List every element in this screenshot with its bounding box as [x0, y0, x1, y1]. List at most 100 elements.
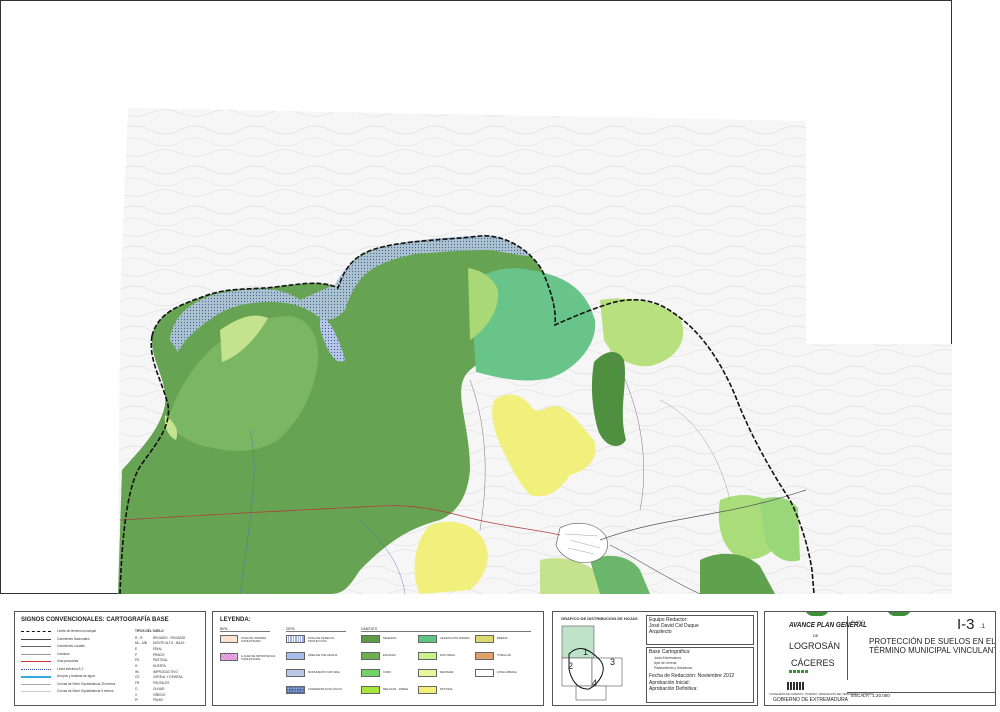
gobierno-text: GOBIERNO DE EXTREMADURA — [773, 697, 849, 703]
legend-swatch — [361, 652, 380, 660]
legend-label: ÁREA DE INFLUENCIA — [308, 653, 338, 657]
plano-number: I-3 — [957, 616, 975, 633]
base-line-2: Ayto de Llerena — [654, 661, 677, 665]
signos-line-label: Carretera/s Nacionales — [57, 636, 90, 641]
soil-code: PI — [135, 698, 139, 703]
signos-line-sample — [21, 683, 51, 685]
panel-grafico-equipo: GRAFICO DE DISTRIBUCION DE HOJAS 1 2 3 4… — [552, 611, 758, 706]
signos-line-label: Curvas de Nivel: Equidistancia 5 metros — [57, 689, 114, 693]
panel-title-block: AVANCE PLAN GENERAL DE LOGROSÁN CÁCERES … — [764, 611, 996, 706]
leyenda-title: LEYENDA: — [220, 617, 251, 623]
plano-title-1: PROTECCIÓN DE SUELOS EN EL — [869, 637, 996, 646]
signos-line-sample — [21, 653, 51, 655]
signos-line-label: Curvas de Nivel: Equidistancia 25 metros — [57, 681, 116, 686]
soil-code: CS — [135, 675, 140, 680]
legend-label: TOMILLAR — [497, 653, 511, 657]
soil-code: R - R — [135, 635, 143, 640]
legend-label: MELOJAR - ROBLE — [383, 687, 409, 691]
signos-line-sample — [21, 676, 51, 678]
plano-sub: .1 — [980, 624, 986, 630]
legend-swatch — [286, 635, 305, 643]
panel-signos-convencionales: SIGNOS CONVENCIONALES: CARTOGRAFÍA BASE … — [14, 611, 206, 706]
soil-code-label: VIÑEDO — [153, 692, 166, 697]
signos-line-sample — [21, 638, 51, 640]
legend-swatch — [361, 635, 380, 643]
divider — [847, 692, 995, 693]
legend-label: CORREDOR ECOLÓGICO — [308, 687, 343, 691]
equipo-role: Arquitecto — [649, 629, 672, 635]
legend-swatch — [475, 669, 494, 677]
sheet-label-4[interactable]: 4 — [592, 678, 597, 689]
legend-swatch — [361, 669, 380, 677]
soil-code-label: REGADÍO - REGADÍO — [153, 635, 186, 640]
signos-line-label: Caminos — [57, 651, 70, 656]
emblem-right — [887, 612, 911, 616]
legend-swatch — [475, 652, 494, 660]
soil-code: PS — [135, 658, 140, 663]
soil-code: H — [135, 664, 138, 668]
base-line-1: Junta Extremadura — [654, 656, 681, 660]
signos-title: SIGNOS CONVENCIONALES: CARTOGRAFÍA BASE — [21, 617, 169, 623]
legend-swatch — [418, 652, 437, 660]
soil-code-label: FRUTALES — [153, 681, 170, 686]
sheet-label-1[interactable]: 1 — [583, 647, 588, 658]
legend-label: ZONA DE INTERÉS COMUNITARIO — [241, 636, 267, 644]
signos-line-label: Límite de término municipal — [57, 629, 96, 633]
codes-title: TIPOS DEL SUELO — [135, 629, 164, 633]
legend-label: ZONA DE ESPECIAL PROTECCIÓN — [308, 636, 335, 644]
legend-label: MONUMENTO NATURAL — [308, 670, 341, 674]
signos-line-label: Vías pecuarias — [57, 659, 79, 663]
town-name: LOGROSÁN — [789, 641, 841, 651]
legend-swatch — [286, 669, 305, 677]
sheet-label-3[interactable]: 3 — [610, 657, 615, 668]
soil-code-label: IMPRODUCTIVO — [153, 669, 178, 674]
soil-code-label: PASTIZAL — [153, 658, 168, 663]
legend-label: RETAMAR — [440, 670, 454, 674]
panel-leyenda: LEYENDA: BIPA ZEPA HÁBITATS ZONA DE INTE… — [212, 611, 544, 706]
map-viewport[interactable] — [0, 0, 952, 594]
soil-code-label: OLIVAR — [153, 686, 165, 691]
soil-code-label: MONTE ALTO - BAJO — [153, 641, 185, 646]
soil-code: V — [135, 692, 138, 697]
signos-line-sample — [21, 661, 51, 662]
legend-label: PASTIZAL — [440, 687, 454, 691]
signos-line-sample — [21, 668, 51, 670]
legend-swatch — [220, 635, 238, 643]
legend-label: VEGETACIÓN RIPARIA — [440, 636, 470, 640]
signos-line-label: Carretera/s Locales — [57, 644, 85, 648]
soil-code: IM — [135, 669, 139, 674]
soil-code-label: PRADO — [153, 652, 165, 657]
sheet-label-2[interactable]: 2 — [568, 661, 573, 672]
junta-logo — [787, 682, 805, 690]
plano-title-2: TÉRMINO MUNICIPAL VINCULANTE — [869, 646, 996, 655]
legend-swatch — [475, 635, 494, 643]
plano-label: PLANO: — [851, 619, 866, 624]
signos-line-label: Arroyos y láminas de agua — [57, 674, 95, 678]
legend-label: ENCINAR — [383, 653, 396, 657]
fecha-redaccion: Fecha de Redacción: Noviembre 2012 — [649, 673, 735, 679]
soil-code-label: CEREAL Y DEHESA — [153, 675, 183, 680]
legend-swatch — [220, 653, 238, 661]
signos-line-sample — [21, 691, 51, 692]
legend-swatch — [418, 686, 437, 694]
legend-swatch — [418, 669, 437, 677]
soil-code-label: ERIAL — [153, 646, 163, 651]
soil-code: P — [135, 652, 138, 657]
legend-label: MATORRAL — [440, 653, 456, 657]
aprobacion-definitiva: Aprobación Definitiva: — [649, 686, 698, 692]
escala-text: ESCALA : 1:20.000 — [851, 693, 890, 698]
signos-line-sample — [21, 646, 51, 647]
signos-line-sample — [21, 631, 51, 632]
legend-label: LUGAR DE IMPORTANCIA COMUNITARIA — [241, 654, 276, 662]
grafico-title: GRAFICO DE DISTRIBUCION DE HOJAS — [561, 616, 638, 621]
province-name: CÁCERES — [791, 658, 835, 668]
legend-swatch — [286, 652, 305, 660]
legend-label: BREZAL — [497, 636, 508, 640]
map-canvas[interactable] — [0, 0, 952, 594]
base-title: Base Cartográfica: — [649, 649, 691, 655]
soil-code: O — [135, 686, 138, 691]
soil-code: FR — [135, 681, 140, 686]
legend-label: ZONA URBANA — [497, 670, 518, 674]
legend-label: DEHESAS — [383, 636, 397, 640]
legend-swatch — [361, 686, 380, 694]
